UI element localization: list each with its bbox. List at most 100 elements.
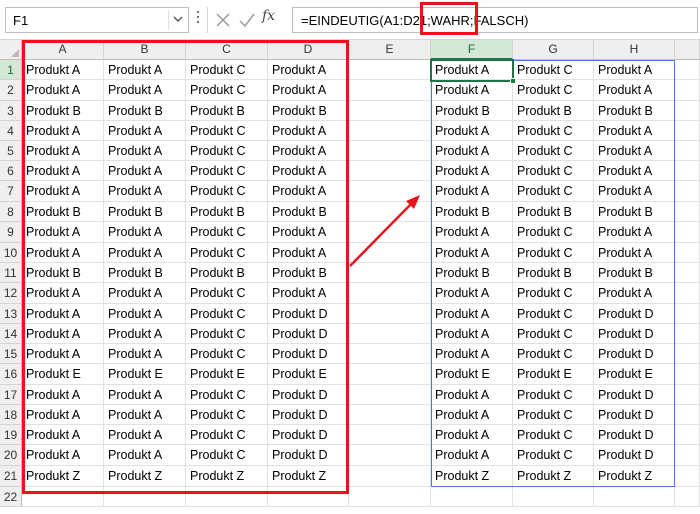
cell-a18[interactable]: Produkt A	[22, 405, 104, 425]
cell-e2[interactable]	[349, 80, 431, 101]
cell-a6[interactable]: Produkt A	[22, 161, 104, 181]
cell-b20[interactable]: Produkt A	[104, 445, 186, 466]
cell-g14[interactable]: Produkt C	[513, 324, 594, 344]
cell-f10[interactable]: Produkt A	[431, 243, 513, 263]
cell-h12[interactable]: Produkt A	[594, 283, 675, 304]
cell-e10[interactable]	[349, 243, 431, 263]
cell-f20[interactable]: Produkt A	[431, 445, 513, 466]
cell-b1[interactable]: Produkt A	[104, 60, 186, 80]
cell-d11[interactable]: Produkt B	[268, 263, 349, 283]
cell-g1[interactable]: Produkt C	[513, 60, 594, 80]
cell-b13[interactable]: Produkt A	[104, 304, 186, 324]
cell-d12[interactable]: Produkt A	[268, 283, 349, 304]
drag-handle-icon[interactable]	[196, 11, 200, 27]
row-header-7[interactable]: 7	[0, 181, 22, 202]
cell-b6[interactable]: Produkt A	[104, 161, 186, 181]
column-header-c[interactable]: C	[186, 40, 268, 60]
cell-f12[interactable]: Produkt A	[431, 283, 513, 304]
cell-b3[interactable]: Produkt B	[104, 101, 186, 121]
cell-e7[interactable]	[349, 181, 431, 202]
cell-d16[interactable]: Produkt E	[268, 364, 349, 385]
cell-f22[interactable]	[431, 487, 513, 507]
cell-d15[interactable]: Produkt D	[268, 344, 349, 364]
cell-h9[interactable]: Produkt A	[594, 222, 675, 243]
cell-c11[interactable]: Produkt B	[186, 263, 268, 283]
row-header-21[interactable]: 21	[0, 466, 22, 487]
cell-a2[interactable]: Produkt A	[22, 80, 104, 101]
cell-d7[interactable]: Produkt A	[268, 181, 349, 202]
cancel-x-icon[interactable]	[214, 11, 232, 29]
row-header-15[interactable]: 15	[0, 344, 22, 364]
cell-f7[interactable]: Produkt A	[431, 181, 513, 202]
cell-e1[interactable]	[349, 60, 431, 80]
cell-a16[interactable]: Produkt E	[22, 364, 104, 385]
cell-c16[interactable]: Produkt E	[186, 364, 268, 385]
column-header-f[interactable]: F	[431, 40, 513, 60]
cell-d13[interactable]: Produkt D	[268, 304, 349, 324]
cell-a15[interactable]: Produkt A	[22, 344, 104, 364]
cell-d5[interactable]: Produkt A	[268, 141, 349, 161]
cell-e19[interactable]	[349, 425, 431, 445]
cell-h15[interactable]: Produkt D	[594, 344, 675, 364]
cell-e11[interactable]	[349, 263, 431, 283]
cell-d20[interactable]: Produkt D	[268, 445, 349, 466]
cell-b18[interactable]: Produkt A	[104, 405, 186, 425]
cell-a17[interactable]: Produkt A	[22, 385, 104, 405]
cell-f18[interactable]: Produkt A	[431, 405, 513, 425]
row-header-9[interactable]: 9	[0, 222, 22, 243]
cell-b14[interactable]: Produkt A	[104, 324, 186, 344]
cell-h16[interactable]: Produkt E	[594, 364, 675, 385]
cell-b7[interactable]: Produkt A	[104, 181, 186, 202]
cell-a9[interactable]: Produkt A	[22, 222, 104, 243]
cell-g10[interactable]: Produkt C	[513, 243, 594, 263]
row-header-4[interactable]: 4	[0, 121, 22, 141]
cell-f21[interactable]: Produkt Z	[431, 466, 513, 487]
cell-b5[interactable]: Produkt A	[104, 141, 186, 161]
cell-f16[interactable]: Produkt E	[431, 364, 513, 385]
cell-g8[interactable]: Produkt B	[513, 202, 594, 222]
row-header-6[interactable]: 6	[0, 161, 22, 181]
column-header-b[interactable]: B	[104, 40, 186, 60]
cell-g6[interactable]: Produkt C	[513, 161, 594, 181]
cell-d14[interactable]: Produkt D	[268, 324, 349, 344]
row-header-8[interactable]: 8	[0, 202, 22, 222]
cell-d17[interactable]: Produkt D	[268, 385, 349, 405]
cell-c6[interactable]: Produkt C	[186, 161, 268, 181]
cell-c7[interactable]: Produkt C	[186, 181, 268, 202]
cell-a10[interactable]: Produkt A	[22, 243, 104, 263]
cell-c17[interactable]: Produkt C	[186, 385, 268, 405]
cell-h1[interactable]: Produkt A	[594, 60, 675, 80]
column-header-a[interactable]: A	[22, 40, 104, 60]
cell-e6[interactable]	[349, 161, 431, 181]
cell-a21[interactable]: Produkt Z	[22, 466, 104, 487]
cell-f9[interactable]: Produkt A	[431, 222, 513, 243]
cell-b11[interactable]: Produkt B	[104, 263, 186, 283]
cell-h20[interactable]: Produkt D	[594, 445, 675, 466]
row-header-14[interactable]: 14	[0, 324, 22, 344]
cell-a22[interactable]	[22, 487, 104, 507]
column-header-g[interactable]: G	[513, 40, 594, 60]
cell-d18[interactable]: Produkt D	[268, 405, 349, 425]
cell-c3[interactable]: Produkt B	[186, 101, 268, 121]
row-header-3[interactable]: 3	[0, 101, 22, 121]
cell-c19[interactable]: Produkt C	[186, 425, 268, 445]
cell-h5[interactable]: Produkt A	[594, 141, 675, 161]
cell-g9[interactable]: Produkt C	[513, 222, 594, 243]
cell-e21[interactable]	[349, 466, 431, 487]
cell-c4[interactable]: Produkt C	[186, 121, 268, 141]
cell-c8[interactable]: Produkt B	[186, 202, 268, 222]
cell-d8[interactable]: Produkt B	[268, 202, 349, 222]
cell-a7[interactable]: Produkt A	[22, 181, 104, 202]
cell-h14[interactable]: Produkt D	[594, 324, 675, 344]
row-header-2[interactable]: 2	[0, 80, 22, 101]
cell-d10[interactable]: Produkt A	[268, 243, 349, 263]
row-header-13[interactable]: 13	[0, 304, 22, 324]
cell-d19[interactable]: Produkt D	[268, 425, 349, 445]
cell-h13[interactable]: Produkt D	[594, 304, 675, 324]
cell-f6[interactable]: Produkt A	[431, 161, 513, 181]
cell-h2[interactable]: Produkt A	[594, 80, 675, 101]
cell-e22[interactable]	[349, 487, 431, 507]
cell-h21[interactable]: Produkt Z	[594, 466, 675, 487]
row-header-22[interactable]: 22	[0, 487, 22, 507]
cell-g17[interactable]: Produkt C	[513, 385, 594, 405]
